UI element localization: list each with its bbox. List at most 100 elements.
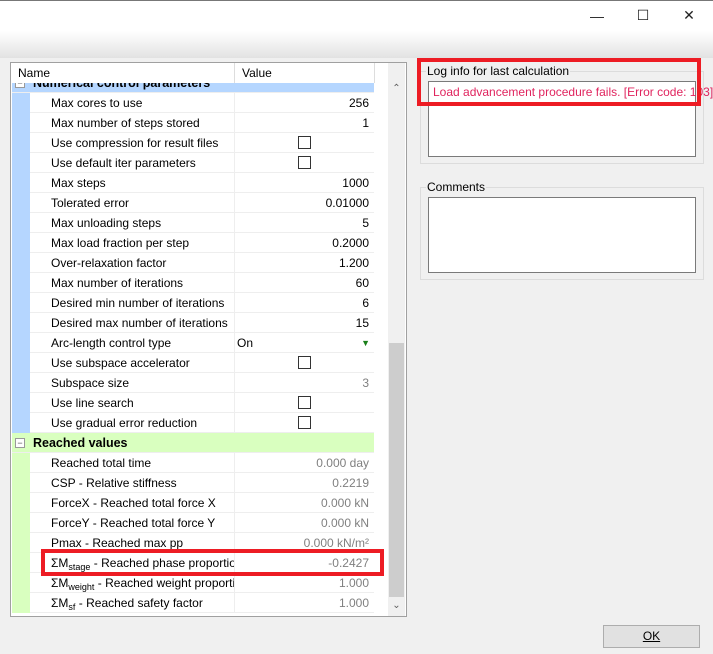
- grid-row[interactable]: ΣMweight - Reached weight proportion 1.00…: [12, 573, 374, 593]
- indent-stripe: [12, 93, 30, 113]
- grid-row[interactable]: Reached total time 0.000 day: [12, 453, 374, 473]
- row-name-subscript: weight: [68, 582, 95, 592]
- row-value[interactable]: 6: [235, 293, 374, 313]
- row-value: 0.000 day: [316, 456, 369, 470]
- row-name: CSP - Relative stiffness: [51, 473, 235, 493]
- row-name: Arc-length control type: [51, 333, 235, 353]
- grid-row[interactable]: Subspace size 3: [12, 373, 374, 393]
- grid-row[interactable]: CSP - Relative stiffness 0.2219: [12, 473, 374, 493]
- row-name: Use line search: [51, 393, 235, 413]
- row-name: Max number of iterations: [51, 273, 235, 293]
- row-name: Use compression for result files: [51, 133, 235, 153]
- row-value: 0.2219: [332, 476, 369, 490]
- group-title: Numerical control parameters: [33, 83, 211, 90]
- indent-stripe: [12, 273, 30, 293]
- row-name: Use default iter parameters: [51, 153, 235, 173]
- grid-row[interactable]: Over-relaxation factor 1.200: [12, 253, 374, 273]
- dropdown[interactable]: On ▼: [235, 333, 374, 353]
- grid-row[interactable]: Desired max number of iterations 15: [12, 313, 374, 333]
- row-name: Max steps: [51, 173, 235, 193]
- checkbox[interactable]: [298, 396, 311, 409]
- grid-row[interactable]: Max number of steps stored 1: [12, 113, 374, 133]
- dropdown-arrow-icon[interactable]: ▼: [361, 333, 370, 353]
- collapse-icon[interactable]: −: [15, 438, 25, 448]
- grid-row[interactable]: ForceY - Reached total force Y 0.000 kN: [12, 513, 374, 533]
- grid-rows: − Numerical control parameters Max cores t…: [12, 83, 387, 616]
- row-name: Subspace size: [51, 373, 235, 393]
- row-name: Use subspace accelerator: [51, 353, 235, 373]
- scrollbar-thumb[interactable]: [389, 343, 404, 597]
- toolbar-area: [0, 31, 713, 58]
- grid-row[interactable]: Max cores to use 256: [12, 93, 374, 113]
- group-header[interactable]: − Numerical control parameters: [12, 83, 374, 93]
- row-name: Desired max number of iterations: [51, 313, 235, 333]
- grid-row[interactable]: Max number of iterations 60: [12, 273, 374, 293]
- row-value[interactable]: 60: [235, 273, 374, 293]
- grid-row[interactable]: Use compression for result files: [12, 133, 374, 153]
- row-name: Max unloading steps: [51, 213, 235, 233]
- group-header[interactable]: − Reached values: [12, 433, 374, 453]
- grid-row[interactable]: Use gradual error reduction: [12, 413, 374, 433]
- grid-row[interactable]: Max steps 1000: [12, 173, 374, 193]
- dropdown-value: On: [237, 336, 254, 350]
- column-header-value[interactable]: Value: [235, 63, 375, 83]
- row-value: 1.000: [338, 596, 369, 610]
- row-name: Tolerated error: [51, 193, 235, 213]
- row-name-symbol: ΣM: [51, 576, 69, 590]
- grid-row[interactable]: Max unloading steps 5: [12, 213, 374, 233]
- group-title: Reached values: [33, 436, 128, 450]
- close-button[interactable]: ✕: [666, 0, 712, 31]
- row-name-symbol: ΣM: [51, 596, 69, 610]
- row-value[interactable]: 0.2000: [235, 233, 374, 253]
- row-name-text: - Reached weight proportion: [94, 576, 235, 590]
- grid-row[interactable]: Desired min number of iterations 6: [12, 293, 374, 313]
- checkbox[interactable]: [298, 416, 311, 429]
- property-grid: Name Value − Numerical control parameters…: [10, 62, 407, 617]
- row-value: [235, 153, 374, 173]
- indent-stripe: [12, 413, 30, 433]
- row-name-text: - Reached safety factor: [75, 596, 203, 610]
- grid-row[interactable]: Use subspace accelerator: [12, 353, 374, 373]
- indent-stripe: [12, 353, 30, 373]
- row-value[interactable]: 1: [235, 113, 374, 133]
- indent-stripe: [12, 513, 30, 533]
- indent-stripe: [12, 313, 30, 333]
- row-value[interactable]: 15: [235, 313, 374, 333]
- row-value: [235, 133, 374, 153]
- comments-textbox[interactable]: [428, 197, 696, 273]
- row-name: ForceX - Reached total force X: [51, 493, 235, 513]
- row-name: Max number of steps stored: [51, 113, 235, 133]
- checkbox[interactable]: [298, 136, 311, 149]
- column-header-name[interactable]: Name: [11, 63, 235, 83]
- checkbox[interactable]: [298, 156, 311, 169]
- scroll-up-icon[interactable]: ⌃: [388, 80, 405, 97]
- indent-stripe: [12, 473, 30, 493]
- indent-stripe: [12, 453, 30, 473]
- row-name: ΣMsf - Reached safety factor: [51, 593, 235, 613]
- vertical-scrollbar[interactable]: ⌃ ⌄: [388, 63, 405, 616]
- grid-row[interactable]: ΣMsf - Reached safety factor 1.000: [12, 593, 374, 613]
- row-value[interactable]: 5: [235, 213, 374, 233]
- minimize-button[interactable]: —: [574, 0, 620, 31]
- grid-row[interactable]: Use default iter parameters: [12, 153, 374, 173]
- row-value: 0.000 kN: [320, 516, 369, 530]
- collapse-icon[interactable]: −: [15, 83, 25, 88]
- indent-stripe: [12, 173, 30, 193]
- ok-button[interactable]: OK: [603, 625, 700, 648]
- row-value[interactable]: 1000: [235, 173, 374, 193]
- checkbox[interactable]: [298, 356, 311, 369]
- row-name: Use gradual error reduction: [51, 413, 235, 433]
- grid-row[interactable]: Arc-length control type On ▼: [12, 333, 374, 353]
- row-value: [235, 353, 374, 373]
- maximize-button[interactable]: ☐: [620, 0, 666, 31]
- indent-stripe: [12, 253, 30, 273]
- row-value[interactable]: 0.01000: [235, 193, 374, 213]
- grid-row[interactable]: Use line search: [12, 393, 374, 413]
- grid-row[interactable]: Max load fraction per step 0.2000: [12, 233, 374, 253]
- scroll-down-icon[interactable]: ⌄: [388, 597, 405, 614]
- grid-row[interactable]: Tolerated error 0.01000: [12, 193, 374, 213]
- row-value[interactable]: 256: [235, 93, 374, 113]
- comments-label: Comments: [426, 180, 487, 194]
- grid-row[interactable]: ForceX - Reached total force X 0.000 kN: [12, 493, 374, 513]
- row-value[interactable]: 1.200: [235, 253, 374, 273]
